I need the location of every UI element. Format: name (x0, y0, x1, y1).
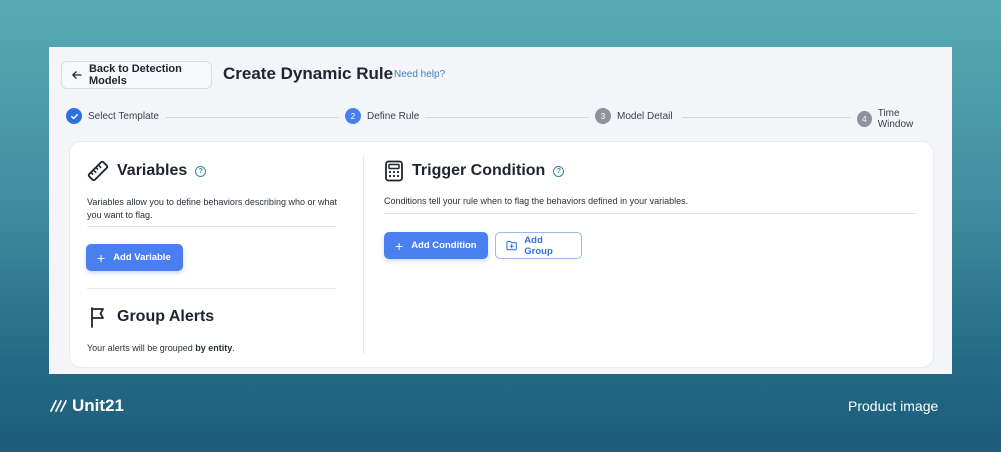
step-label: Select Template (88, 110, 159, 122)
step-number: 4 (857, 111, 872, 127)
add-group-label: Add Group (524, 234, 553, 257)
step-number: 3 (595, 108, 611, 124)
unit21-logo: Unit21 (48, 396, 124, 416)
calculator-icon (385, 160, 403, 182)
plus-icon: + (395, 237, 404, 254)
step-number: 2 (345, 108, 361, 124)
back-button-label: Back to Detection Models (88, 63, 182, 87)
arrow-left-icon (72, 71, 82, 79)
help-icon[interactable]: ? (553, 165, 565, 177)
check-icon (66, 108, 82, 124)
need-help-link[interactable]: Need help? (394, 69, 445, 80)
step-connector (166, 117, 346, 118)
step-label: Time Window (877, 108, 914, 130)
ruler-icon (87, 160, 109, 182)
trigger-description: Conditions tell your rule when to flag t… (384, 196, 689, 206)
step-time-window[interactable]: 4 Time Window (851, 108, 939, 130)
group-alerts-title: Group Alerts (117, 308, 215, 325)
step-connector (682, 117, 854, 118)
variables-description: Variables allow you to define behaviors … (87, 197, 337, 220)
app-window: Back to Detection Models Create Dynamic … (49, 47, 952, 374)
slash-mark-icon (50, 400, 67, 412)
group-alerts-entity: by entity (195, 343, 233, 353)
variables-column: Variables ? Variables allow you to defin… (70, 142, 363, 367)
step-model-detail[interactable]: 3 Model Detail (589, 108, 679, 124)
flag-icon (91, 307, 104, 328)
group-alerts-description: Your alerts will be grouped by entity. (87, 342, 235, 355)
add-variable-label: Add Variable (113, 252, 171, 263)
step-select-template[interactable]: Select Template (66, 108, 165, 124)
divider (87, 226, 336, 227)
rule-editor-card: Variables ? Variables allow you to defin… (69, 141, 934, 368)
add-group-button[interactable]: Add Group (495, 232, 582, 259)
brand-name: Unit21 (72, 396, 124, 415)
group-alerts-header: Group Alerts (89, 306, 214, 328)
page-title: Create Dynamic Rule (223, 64, 394, 83)
step-label: Model Detail (617, 110, 673, 122)
folder-plus-icon (506, 240, 517, 251)
group-alerts-text: Your alerts will be grouped (87, 343, 196, 353)
step-connector (418, 117, 596, 118)
add-condition-button[interactable]: + Add Condition (384, 232, 488, 259)
variables-title: Variables (117, 162, 188, 179)
divider (87, 288, 336, 289)
stepper: Select Template 2 Define Rule 3 Model De… (66, 108, 939, 130)
divider (384, 213, 917, 214)
add-condition-label: Add Condition (411, 240, 477, 251)
variables-header: Variables ? (87, 160, 207, 182)
back-to-detection-models-button[interactable]: Back to Detection Models (61, 61, 212, 89)
group-alerts-suffix: . (232, 343, 235, 353)
trigger-condition-header: Trigger Condition ? (384, 160, 565, 182)
trigger-condition-title: Trigger Condition (412, 162, 546, 179)
step-label: Define Rule (367, 110, 420, 122)
product-image-caption: Product image (848, 398, 939, 414)
step-define-rule[interactable]: 2 Define Rule (339, 108, 426, 124)
plus-icon: + (97, 249, 106, 266)
add-variable-button[interactable]: + Add Variable (86, 244, 183, 271)
trigger-condition-column: Trigger Condition ? Conditions tell your… (364, 142, 933, 367)
help-icon[interactable]: ? (195, 165, 207, 177)
